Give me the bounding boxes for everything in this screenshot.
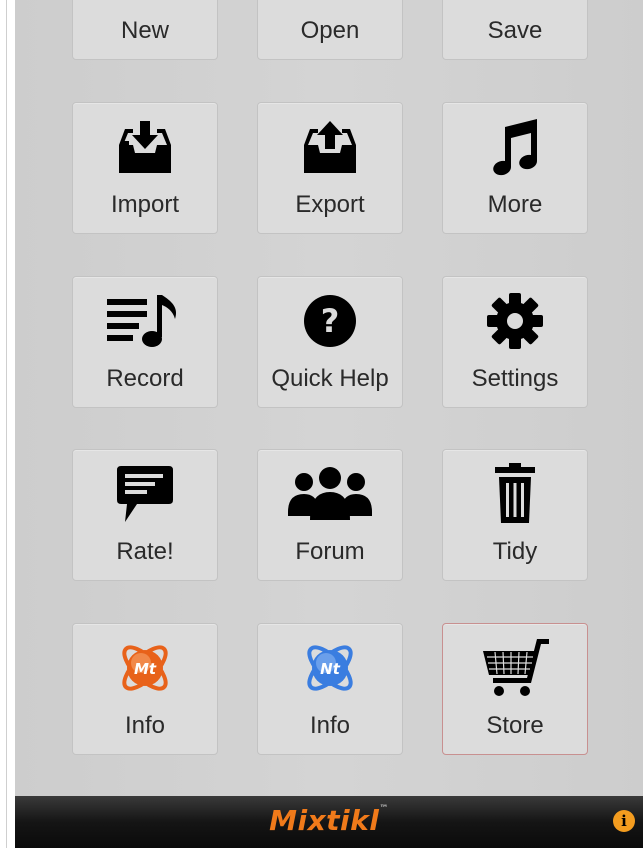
inbox-download-icon (73, 117, 217, 177)
mixtikl-logo-icon: Mt (73, 638, 217, 698)
app-frame: New Open Save Import Export More Record … (0, 0, 643, 848)
mixtikl-info-label: Info (124, 712, 166, 739)
trash-icon (443, 463, 587, 524)
settings-button[interactable]: Settings (442, 276, 588, 408)
more-button[interactable]: More (442, 102, 588, 234)
export-button[interactable]: Export (257, 102, 403, 234)
record-button[interactable]: Record (72, 276, 218, 408)
quick-help-button[interactable]: ? Quick Help (257, 276, 403, 408)
noatikl-info-button[interactable]: Nt Info (257, 623, 403, 755)
svg-text:Nt: Nt (320, 660, 341, 678)
save-button[interactable]: Save (442, 0, 588, 60)
settings-label: Settings (471, 365, 559, 392)
svg-text:Mt: Mt (134, 660, 157, 678)
question-circle-icon: ? (258, 291, 402, 351)
rate-button[interactable]: Rate! (72, 449, 218, 581)
speech-bubble-icon (73, 464, 217, 524)
new-label: New (120, 17, 169, 44)
info-glyph: i (621, 812, 627, 830)
open-label: Open (300, 17, 360, 44)
import-button[interactable]: Import (72, 102, 218, 234)
store-label: Store (486, 712, 544, 739)
noatikl-info-label: Info (309, 712, 351, 739)
brand-name: Mixtikl (269, 804, 380, 837)
mixtikl-info-button[interactable]: Mt Info (72, 623, 218, 755)
trademark-mark: ™ (379, 804, 389, 814)
forum-label: Forum (295, 538, 365, 565)
import-label: Import (110, 191, 179, 218)
noatikl-logo-icon: Nt (258, 638, 402, 698)
gear-icon (443, 291, 587, 351)
save-label: Save (487, 17, 543, 44)
brand-logo: Mixtikl™ (15, 804, 643, 837)
new-button[interactable]: New (72, 0, 218, 60)
quick-help-label: Quick Help (271, 365, 389, 392)
forum-button[interactable]: Forum (257, 449, 403, 581)
tidy-label: Tidy (492, 538, 538, 565)
svg-text:?: ? (321, 302, 340, 340)
record-label: Record (106, 365, 184, 392)
menu-panel: New Open Save Import Export More Record … (15, 0, 643, 796)
left-margin (0, 0, 14, 848)
bottom-bar: Mixtikl™ i (15, 796, 643, 848)
playlist-music-icon (73, 291, 217, 351)
info-icon[interactable]: i (613, 810, 635, 832)
export-label: Export (295, 191, 365, 218)
shopping-cart-icon (443, 638, 587, 698)
more-label: More (487, 191, 543, 218)
people-group-icon (258, 464, 402, 524)
inbox-upload-icon (258, 117, 402, 177)
music-note-icon (443, 117, 587, 177)
tidy-button[interactable]: Tidy (442, 449, 588, 581)
store-button[interactable]: Store (442, 623, 588, 755)
open-button[interactable]: Open (257, 0, 403, 60)
rate-label: Rate! (116, 538, 174, 565)
